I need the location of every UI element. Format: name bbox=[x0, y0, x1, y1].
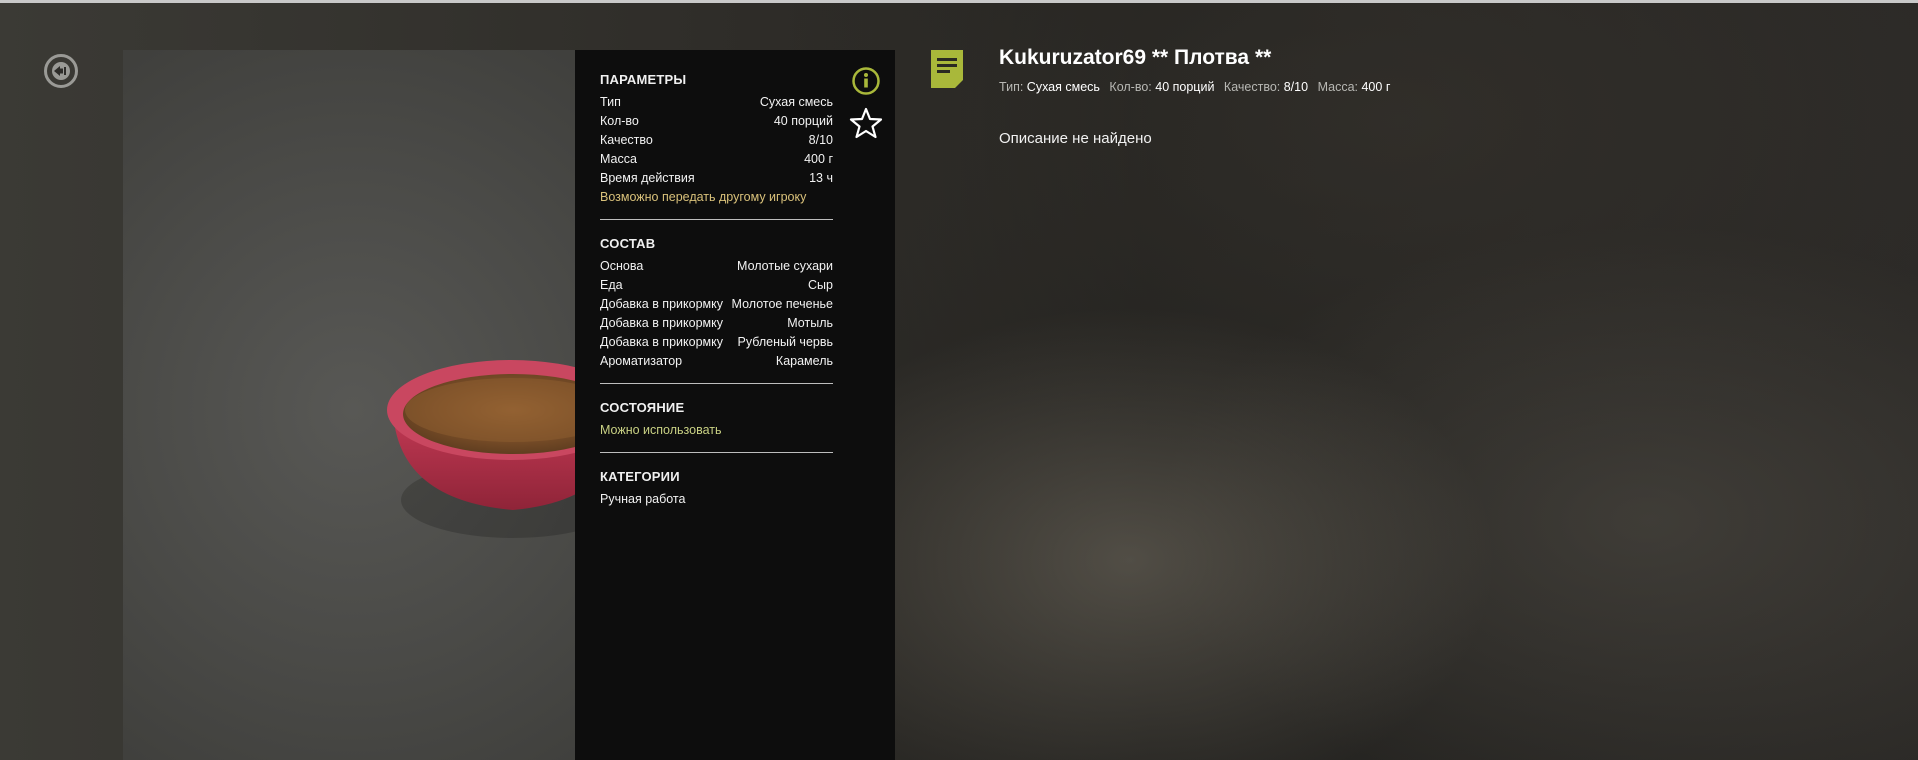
divider bbox=[600, 383, 833, 384]
back-button[interactable] bbox=[44, 54, 78, 88]
meta-value: 400 г bbox=[1361, 80, 1391, 94]
transfer-note: Возможно передать другому игроку bbox=[600, 190, 807, 204]
param-row: Масса 400 г bbox=[600, 152, 833, 166]
item-meta: Тип: Сухая смесь Кол-во: 40 порций Качес… bbox=[999, 80, 1396, 94]
params-title: ПАРАМЕТРЫ bbox=[600, 72, 687, 87]
meta-label: Кол-во: bbox=[1109, 80, 1152, 94]
state-value: Можно использовать bbox=[600, 423, 722, 437]
category-value: Ручная работа bbox=[600, 492, 686, 506]
composition-row: Основа Молотые сухари bbox=[600, 259, 833, 273]
composition-row: Добавка в прикормку Мотыль bbox=[600, 316, 833, 330]
param-row: Качество 8/10 bbox=[600, 133, 833, 147]
meta-value: 40 порций bbox=[1155, 80, 1215, 94]
item-info-panel: ПАРАМЕТРЫ Тип Сухая смесь Кол-во 40 порций… bbox=[575, 50, 895, 760]
back-arrow-icon bbox=[52, 62, 70, 80]
item-description: Описание не найдено bbox=[999, 130, 1152, 147]
item-title: Kukuruzator69 ** Плотва ** bbox=[999, 46, 1272, 69]
top-border bbox=[0, 0, 1918, 3]
divider bbox=[600, 452, 833, 453]
meta-value: Сухая смесь bbox=[1026, 80, 1100, 94]
meta-label: Тип: bbox=[999, 80, 1024, 94]
composition-row: Добавка в прикормку Молотое печенье bbox=[600, 297, 833, 311]
info-icon[interactable] bbox=[851, 66, 881, 96]
param-row: Время действия 13 ч bbox=[600, 171, 833, 185]
groundbait-bowl-image bbox=[387, 360, 575, 538]
star-icon[interactable] bbox=[849, 106, 883, 140]
composition-row: Еда Сыр bbox=[600, 278, 833, 292]
item-preview bbox=[123, 50, 575, 760]
divider bbox=[600, 219, 833, 220]
composition-row: Ароматизатор Карамель bbox=[600, 354, 833, 368]
state-title: СОСТОЯНИЕ bbox=[600, 400, 685, 415]
meta-label: Качество: bbox=[1223, 80, 1281, 94]
param-row: Кол-во 40 порций bbox=[600, 114, 833, 128]
document-icon bbox=[931, 50, 963, 88]
composition-row: Добавка в прикормку Рубленый червь bbox=[600, 335, 833, 349]
meta-label: Масса: bbox=[1317, 80, 1358, 94]
param-row: Тип Сухая смесь bbox=[600, 95, 833, 109]
composition-title: СОСТАВ bbox=[600, 236, 656, 251]
meta-value: 8/10 bbox=[1283, 80, 1309, 94]
categories-title: КАТЕГОРИИ bbox=[600, 469, 680, 484]
